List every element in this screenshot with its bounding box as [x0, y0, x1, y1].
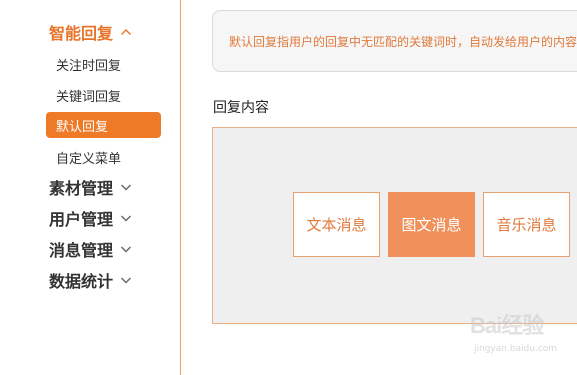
- watermark-url: jingyan.baidu.com: [474, 344, 558, 354]
- sidebar-group-materials[interactable]: 素材管理: [49, 176, 132, 198]
- chevron-up-icon: [120, 26, 132, 38]
- app-window: 智能回复 关注时回复 关键词回复 默认回复 自定义菜单 素材管理 用户管理 消息…: [0, 0, 577, 375]
- chevron-down-icon: [120, 181, 132, 193]
- news-message-button[interactable]: 图文消息: [388, 192, 475, 257]
- sidebar-group-label: 用户管理: [49, 210, 114, 229]
- sidebar-item-keyword-reply[interactable]: 关键词回复: [56, 86, 121, 105]
- sidebar-group-statistics[interactable]: 数据统计: [49, 269, 132, 291]
- baidu-jingyan-watermark: Bai经验 jingyan.baidu.com: [470, 308, 570, 360]
- chevron-down-icon: [120, 274, 132, 286]
- sidebar-group-messages[interactable]: 消息管理: [49, 238, 132, 260]
- sidebar-item-default-reply[interactable]: 默认回复: [46, 112, 161, 138]
- default-reply-notice: 默认回复指用户的回复中无匹配的关键词时，自动发给用户的内容: [212, 10, 577, 72]
- sidebar-group-label: 消息管理: [49, 241, 114, 260]
- chevron-down-icon: [120, 212, 132, 224]
- sidebar-group-label: 素材管理: [49, 179, 114, 198]
- notice-text: 默认回复指用户的回复中无匹配的关键词时，自动发给用户的内容: [229, 35, 577, 49]
- reply-content-title: 回复内容: [213, 100, 269, 116]
- text-message-button[interactable]: 文本消息: [293, 192, 380, 257]
- sidebar-group-users[interactable]: 用户管理: [49, 207, 132, 229]
- sidebar-item-follow-reply[interactable]: 关注时回复: [56, 55, 121, 74]
- sidebar: 智能回复 关注时回复 关键词回复 默认回复 自定义菜单 素材管理 用户管理 消息…: [0, 0, 181, 375]
- sidebar-group-label: 数据统计: [49, 272, 114, 291]
- sidebar-item-custom-menu[interactable]: 自定义菜单: [56, 148, 121, 167]
- watermark-brand: Bai经验: [470, 313, 544, 338]
- music-message-button[interactable]: 音乐消息: [483, 192, 570, 257]
- sidebar-group-smart-reply[interactable]: 智能回复: [49, 21, 132, 43]
- sidebar-group-label: 智能回复: [49, 24, 114, 43]
- chevron-down-icon: [120, 243, 132, 255]
